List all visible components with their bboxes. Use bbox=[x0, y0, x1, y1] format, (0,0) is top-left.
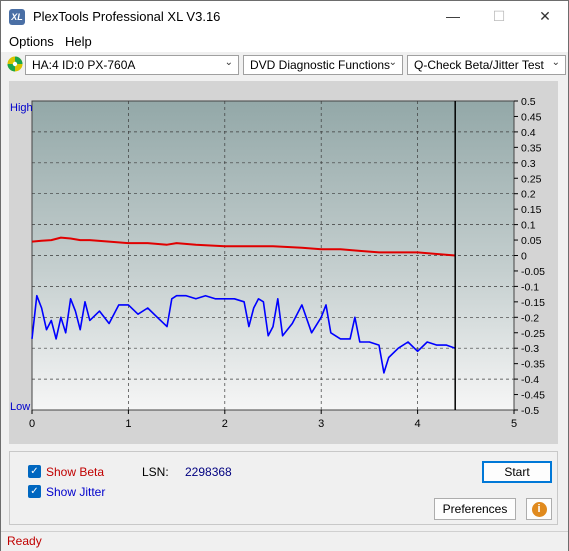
function-select[interactable]: DVD Diagnostic Functions ⌄ bbox=[243, 55, 403, 75]
status-text: Ready bbox=[7, 534, 42, 548]
plextools-logo-icon: XL bbox=[9, 9, 25, 25]
menu-bar: Options Help bbox=[1, 32, 568, 52]
y-tick-label: -0.15 bbox=[521, 297, 545, 309]
show-beta-checkbox[interactable]: ✓ bbox=[28, 465, 41, 478]
chevron-down-icon: ⌄ bbox=[388, 57, 397, 68]
x-tick-label: 2 bbox=[222, 418, 228, 430]
y-tick-label: -0.4 bbox=[521, 374, 539, 386]
close-button[interactable]: ✕ bbox=[522, 1, 568, 32]
y-tick-label: 0.3 bbox=[521, 158, 536, 170]
low-label: Low bbox=[10, 401, 30, 413]
lsn-label: LSN: bbox=[142, 465, 169, 479]
x-tick-label: 5 bbox=[511, 418, 517, 430]
y-tick-label: -0.45 bbox=[521, 390, 545, 402]
info-button[interactable]: i bbox=[526, 498, 552, 520]
app-window: XL PlexTools Professional XL V3.16 — ☐ ✕… bbox=[0, 0, 569, 551]
title-bar: XL PlexTools Professional XL V3.16 — ☐ ✕ bbox=[1, 1, 568, 32]
y-tick-label: 0.25 bbox=[521, 173, 542, 185]
y-tick-label: 0.15 bbox=[521, 204, 542, 216]
options-panel: ✓ Show Beta ✓ Show Jitter LSN: 2298368 S… bbox=[9, 451, 558, 525]
y-tick-label: 0.05 bbox=[521, 235, 542, 247]
y-tick-label: -0.3 bbox=[521, 343, 539, 355]
drive-select[interactable]: HA:4 ID:0 PX-760A ⌄ bbox=[25, 55, 239, 75]
info-icon: i bbox=[531, 502, 547, 517]
minimize-button[interactable]: — bbox=[430, 1, 476, 32]
y-tick-label: -0.1 bbox=[521, 281, 539, 293]
y-tick-label: -0.35 bbox=[521, 359, 545, 371]
drive-select-value: HA:4 ID:0 PX-760A bbox=[32, 58, 136, 72]
y-tick-label: -0.05 bbox=[521, 266, 545, 278]
y-tick-label: 0.4 bbox=[521, 127, 536, 139]
x-tick-label: 0 bbox=[29, 418, 35, 430]
window-title: PlexTools Professional XL V3.16 bbox=[33, 9, 221, 24]
preferences-button[interactable]: Preferences bbox=[434, 498, 516, 520]
test-select[interactable]: Q-Check Beta/Jitter Test ⌄ bbox=[407, 55, 566, 75]
status-bar: Ready bbox=[1, 531, 568, 551]
lsn-value: 2298368 bbox=[185, 465, 232, 479]
show-jitter-label[interactable]: Show Jitter bbox=[46, 485, 105, 499]
show-beta-label[interactable]: Show Beta bbox=[46, 465, 104, 479]
menu-help[interactable]: Help bbox=[65, 34, 92, 49]
y-tick-label: 0.2 bbox=[521, 189, 536, 201]
chevron-down-icon: ⌄ bbox=[551, 57, 560, 68]
y-tick-label: -0.5 bbox=[521, 405, 539, 417]
menu-options[interactable]: Options bbox=[9, 34, 54, 49]
chart-panel: 0.5 0.45 0.4 0.35 0.3 0.25 0.2 0.15 0.1 0.05 0 -0.0… bbox=[9, 81, 558, 444]
y-tick-label: 0.1 bbox=[521, 220, 536, 232]
y-tick-label: -0.25 bbox=[521, 328, 545, 340]
show-jitter-checkbox[interactable]: ✓ bbox=[28, 485, 41, 498]
y-tick-label: 0.45 bbox=[521, 111, 542, 123]
test-select-value: Q-Check Beta/Jitter Test bbox=[414, 58, 544, 72]
maximize-button[interactable]: ☐ bbox=[476, 1, 522, 32]
function-select-value: DVD Diagnostic Functions bbox=[250, 58, 391, 72]
y-tick-label: 0.35 bbox=[521, 142, 542, 154]
y-tick-label: 0 bbox=[521, 251, 527, 263]
x-tick-label: 3 bbox=[318, 418, 324, 430]
x-tick-label: 1 bbox=[125, 418, 131, 430]
high-label: High bbox=[10, 102, 33, 114]
x-tick-label: 4 bbox=[415, 418, 421, 430]
y-tick-label: 0.5 bbox=[521, 96, 536, 108]
y-tick-label: -0.2 bbox=[521, 312, 539, 324]
beta-jitter-chart: 0.5 0.45 0.4 0.35 0.3 0.25 0.2 0.15 0.1 0.05 0 -0.0… bbox=[10, 96, 545, 430]
chevron-down-icon: ⌄ bbox=[224, 57, 233, 68]
disc-icon bbox=[7, 56, 23, 72]
start-button[interactable]: Start bbox=[482, 461, 552, 483]
